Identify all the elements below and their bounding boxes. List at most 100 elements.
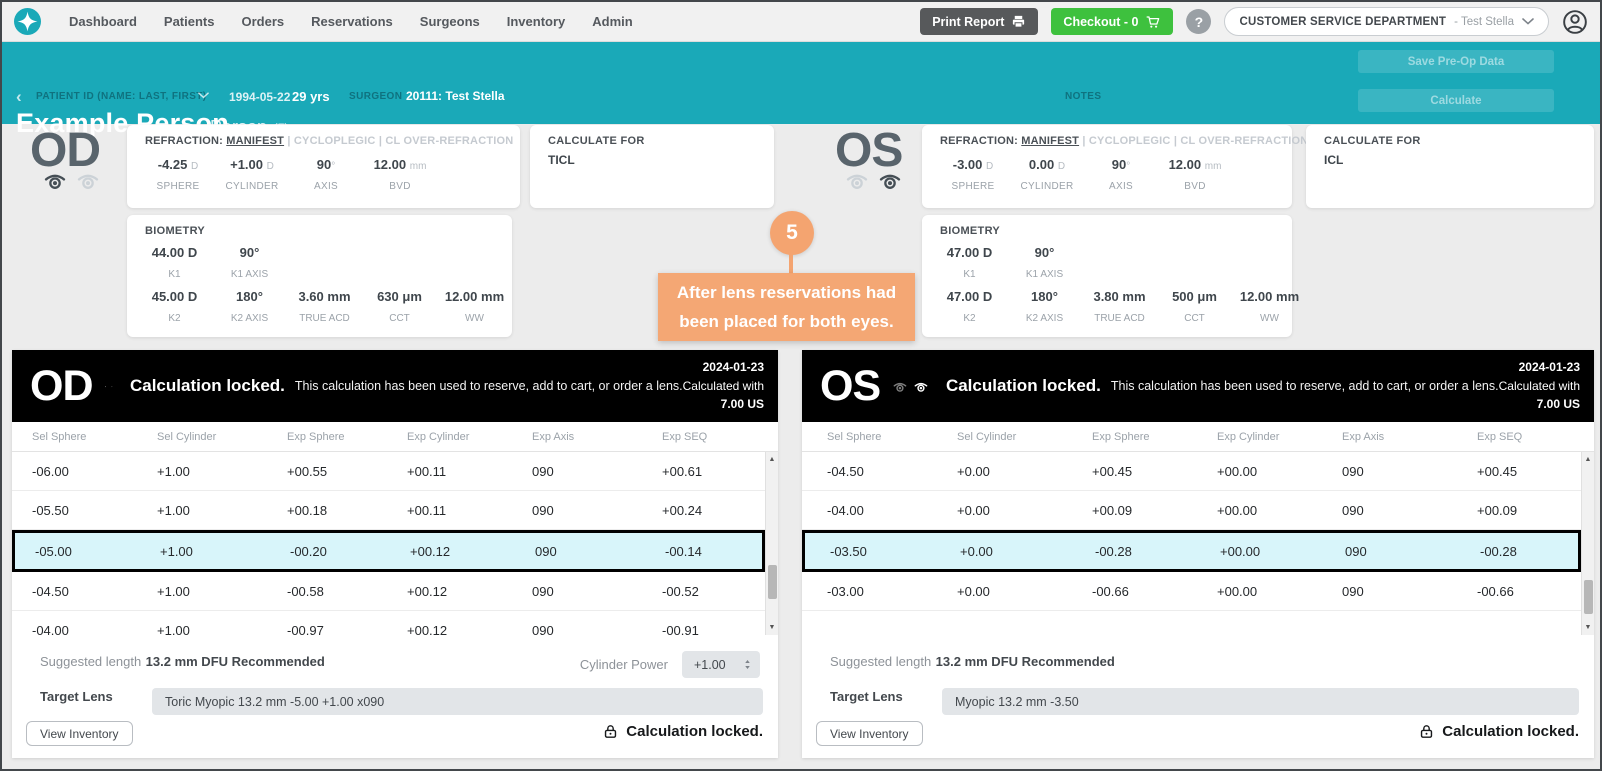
col-sel-cylinder: Sel Cylinder — [957, 431, 1092, 443]
nav-item-reservations[interactable]: Reservations — [311, 14, 393, 29]
os-target-lens-field[interactable]: Myopic 13.2 mm -3.50 — [942, 688, 1579, 715]
true-acd-label: TRUE ACD — [287, 313, 362, 324]
od-eye-toggle — [42, 171, 101, 190]
save-preop-button[interactable]: Save Pre-Op Data — [1358, 50, 1554, 73]
od-view-inventory-button[interactable]: View Inventory — [26, 721, 133, 746]
annotation-text-line1: After lens reservations had — [658, 278, 915, 307]
ww-label: WW — [437, 313, 512, 324]
od-right-eye-icon[interactable] — [42, 171, 68, 190]
biometry-label: BIOMETRY — [940, 225, 1000, 237]
table-row-selected[interactable]: -03.50+0.00-00.28+00.00090-00.28 — [802, 530, 1581, 572]
checkout-button[interactable]: Checkout - 0 — [1051, 8, 1173, 35]
os-calc-right-eye-icon[interactable] — [892, 378, 908, 395]
os-table-header: Sel Sphere Sel Cylinder Exp Sphere Exp C… — [802, 422, 1594, 452]
col-sel-sphere: Sel Sphere — [32, 431, 157, 443]
table-row[interactable]: -04.50+1.00-00.58+00.12090-00.52 — [12, 572, 765, 611]
patient-id-selector-label[interactable]: PATIENT ID (NAME: LAST, FIRST) — [36, 91, 207, 102]
scroll-up-arrow[interactable]: ▲ — [766, 456, 778, 463]
table-row-selected[interactable]: -05.00+1.00-00.20+00.12090-00.14 — [12, 530, 765, 572]
tab-cycloplegic[interactable]: CYCLOPLEGIC — [294, 135, 376, 147]
os-k1: 47.00 D K1 — [932, 245, 1007, 280]
od-locked-desc: This calculation has been used to reserv… — [295, 379, 683, 393]
account-dropdown[interactable]: CUSTOMER SERVICE DEPARTMENT - Test Stell… — [1224, 7, 1549, 36]
od-k2-axis: 180° K2 AXIS — [212, 289, 287, 324]
od-biometry-card: BIOMETRY 44.00 D K1 90° K1 AXIS 45.00 D … — [127, 215, 512, 337]
scroll-down-arrow[interactable]: ▼ — [766, 624, 778, 631]
unit: ° — [331, 161, 335, 172]
od-axis-value: 90 — [317, 157, 331, 172]
table-row[interactable]: -04.50+0.00+00.45+00.00090+00.45 — [802, 452, 1581, 491]
table-row[interactable]: -06.00+1.00+00.55+00.11090+00.61 — [12, 452, 765, 491]
od-sphere-value: -4.25 — [158, 157, 188, 172]
table-row[interactable]: -04.00+0.00+00.09+00.00090+00.09 — [802, 491, 1581, 530]
k2-label: K2 — [932, 313, 1007, 324]
cylinder-power-select[interactable]: +1.00 — [682, 651, 760, 678]
nav-item-inventory[interactable]: Inventory — [507, 14, 566, 29]
os-calculation-panel: OS Calculation locked. This calculation … — [802, 350, 1594, 758]
patient-age: 29 yrs — [292, 89, 330, 104]
calculate-button[interactable]: Calculate — [1358, 89, 1554, 112]
table-row[interactable]: -05.50+1.00+00.18+00.11090+00.24 — [12, 491, 765, 530]
od-locked-title: Calculation locked. — [130, 376, 285, 396]
scroll-thumb[interactable] — [1584, 580, 1593, 614]
tab-cl-over-refraction[interactable]: CL OVER-REFRACTION — [385, 135, 513, 147]
od-calc-with: Calculated with — [683, 377, 764, 396]
patient-id-chevron-icon[interactable] — [198, 92, 209, 99]
od-calc-right-eye-icon[interactable] — [105, 378, 107, 395]
od-calc-left-eye-icon[interactable] — [111, 378, 113, 395]
os-right-eye-icon[interactable] — [844, 171, 870, 190]
user-avatar-icon[interactable] — [1562, 9, 1588, 35]
os-left-eye-icon[interactable] — [877, 171, 903, 190]
calculate-for-label: CALCULATE FOR — [1324, 135, 1421, 147]
nav-item-surgeons[interactable]: Surgeons — [420, 14, 480, 29]
notes-label: NOTES — [1065, 91, 1101, 102]
od-k2: 45.00 D K2 — [137, 289, 212, 324]
surgeon-value: 20111: Test Stella — [406, 89, 505, 103]
suggested-length-label: Suggested length — [830, 654, 931, 669]
help-button[interactable]: ? — [1186, 9, 1211, 34]
table-row[interactable]: -03.00+0.00-00.66+00.00090-00.66 — [802, 572, 1581, 611]
od-table-header: Sel Sphere Sel Cylinder Exp Sphere Exp C… — [12, 422, 778, 452]
checkout-label: Checkout - 0 — [1063, 15, 1138, 29]
os-table-body: -04.50+0.00+00.45+00.00090+00.45 -04.00+… — [802, 452, 1594, 635]
k2-axis-label: K2 AXIS — [1007, 313, 1082, 324]
nav-item-patients[interactable]: Patients — [164, 14, 215, 29]
unit: D — [1058, 161, 1065, 172]
scroll-thumb[interactable] — [768, 565, 777, 599]
table-row[interactable]: -04.00+1.00-00.97+00.12090-00.91 — [12, 611, 765, 635]
patient-dob: 1994-05-22 — [229, 90, 290, 104]
print-report-button[interactable]: Print Report — [920, 8, 1038, 35]
od-true-acd: 3.60 mm TRUE ACD — [287, 289, 362, 324]
scroll-up-arrow[interactable]: ▲ — [1582, 456, 1594, 463]
back-button[interactable]: ‹ — [16, 88, 22, 105]
tab-cl-over-refraction[interactable]: CL OVER-REFRACTION — [1180, 135, 1308, 147]
os-k1-axis: 90° K1 AXIS — [1007, 245, 1082, 280]
od-left-eye-icon[interactable] — [75, 171, 101, 190]
nav-item-admin[interactable]: Admin — [592, 14, 632, 29]
os-label: OS — [835, 127, 902, 175]
od-k1: 44.00 D K1 — [137, 245, 212, 280]
cylinder-label: CYLINDER — [215, 181, 289, 192]
annotation-step-number: 5 — [770, 211, 814, 255]
app-logo-icon[interactable] — [14, 8, 41, 35]
os-axis-value: 90 — [1112, 157, 1126, 172]
nav-item-orders[interactable]: Orders — [241, 14, 284, 29]
top-navigation-bar: Dashboard Patients Orders Reservations S… — [2, 2, 1600, 42]
os-k2: 47.00 D K2 — [932, 289, 1007, 324]
os-calc-date: 2024-01-23 — [1499, 358, 1580, 377]
tab-manifest[interactable]: MANIFEST — [226, 135, 284, 147]
tab-cycloplegic[interactable]: CYCLOPLEGIC — [1089, 135, 1171, 147]
os-table-scrollbar[interactable]: ▲ ▼ — [1581, 452, 1594, 635]
nav-item-dashboard[interactable]: Dashboard — [69, 14, 137, 29]
scroll-down-arrow[interactable]: ▼ — [1582, 624, 1594, 631]
od-target-lens-field[interactable]: Toric Myopic 13.2 mm -5.00 +1.00 x090 — [152, 688, 763, 715]
os-eye-toggle — [844, 171, 903, 190]
os-calc-left-eye-icon[interactable] — [913, 378, 929, 395]
col-exp-sphere: Exp Sphere — [1092, 431, 1217, 443]
os-panel-footer: Suggested length 13.2 mm DFU Recommended… — [802, 635, 1594, 757]
cylinder-power-label: Cylinder Power — [580, 656, 668, 674]
od-table-scrollbar[interactable]: ▲ ▼ — [765, 452, 778, 635]
os-view-inventory-button[interactable]: View Inventory — [816, 721, 923, 746]
od-suggested-length-value: 13.2 mm DFU Recommended — [146, 654, 325, 669]
tab-manifest[interactable]: MANIFEST — [1021, 135, 1079, 147]
